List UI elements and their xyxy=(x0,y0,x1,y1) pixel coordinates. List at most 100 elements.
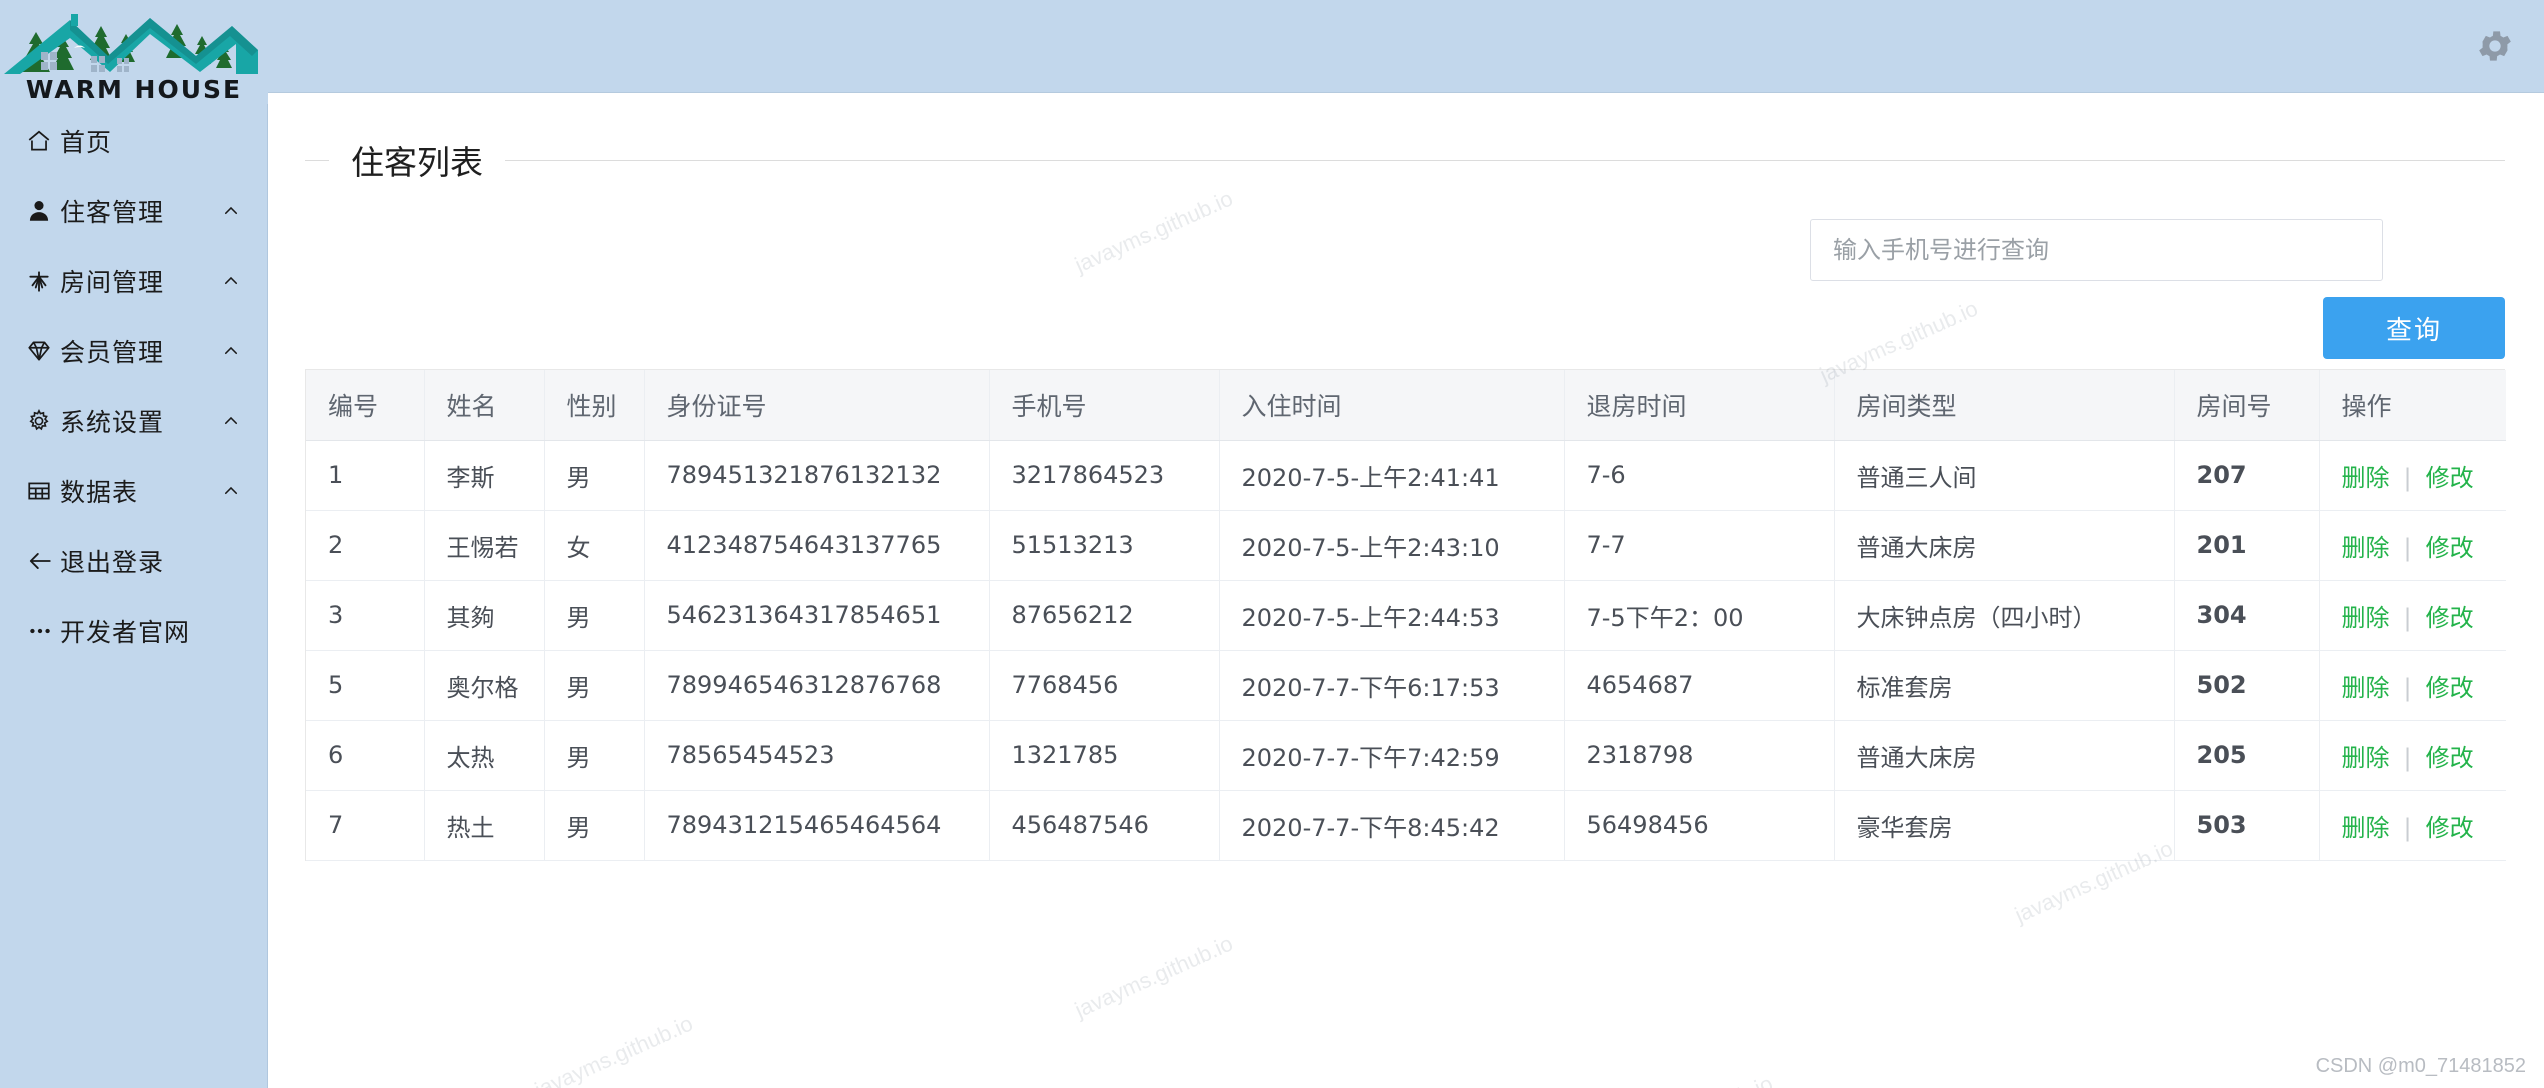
sidebar-item-label: 首页 xyxy=(60,128,113,157)
guest-table-container: 编号 姓名 性别 身份证号 手机号 入住时间 退房时间 房间类型 房间号 操作 xyxy=(305,369,2506,861)
delete-link[interactable]: 删除 xyxy=(2342,464,2390,492)
cell-id-card: 789431215465464564 xyxy=(644,790,990,861)
cell-id-card: 789451321876132132 xyxy=(644,440,990,511)
cell-name: 太热 xyxy=(424,720,545,791)
site-watermark: javayms.github.io xyxy=(1611,1071,1777,1088)
table-body: 1 李斯男 789451321876132132 3217864523 2020-7-5… xyxy=(306,440,2506,861)
cell-actions: 删除 | 修改 xyxy=(2319,790,2506,861)
cell-gender: 男 xyxy=(544,580,645,651)
cell-gender: 男 xyxy=(544,720,645,791)
sidebar-item-member-management[interactable]: 会员管理 xyxy=(0,316,267,386)
delete-link[interactable]: 删除 xyxy=(2342,744,2390,772)
edit-link[interactable]: 修改 xyxy=(2426,534,2474,562)
cell-name: 其夠 xyxy=(424,580,545,651)
col-header-check-out: 退房时间 xyxy=(1564,370,1835,441)
edit-link[interactable]: 修改 xyxy=(2426,604,2474,632)
sidebar-item-room-management[interactable]: 房间管理 xyxy=(0,246,267,316)
col-header-gender: 性别 xyxy=(544,370,645,441)
cell-id-card: 546231364317854651 xyxy=(644,580,990,651)
sidebar-item-home[interactable]: 首页 xyxy=(0,106,267,176)
chevron-up-icon[interactable] xyxy=(222,342,240,360)
brand-logo[interactable]: WARM HOUSE xyxy=(0,0,268,104)
cell-room-no: 207 xyxy=(2174,440,2320,511)
query-button[interactable]: 查询 xyxy=(2323,297,2505,359)
search-input[interactable] xyxy=(1810,219,2383,281)
sidebar-item-data-table[interactable]: 数据表 xyxy=(0,456,267,526)
sidebar-item-system-settings[interactable]: 系统设置 xyxy=(0,386,267,456)
cell-gender: 男 xyxy=(544,790,645,861)
edit-link[interactable]: 修改 xyxy=(2426,464,2474,492)
page-title-text: 住客列表 xyxy=(351,143,483,182)
action-separator: | xyxy=(2403,603,2412,632)
delete-link[interactable]: 删除 xyxy=(2342,534,2390,562)
cell-id: 2 xyxy=(306,510,425,581)
settings-gear-button[interactable] xyxy=(2472,23,2518,69)
cell-phone: 456487546 xyxy=(989,790,1220,861)
cell-room-no: 205 xyxy=(2174,720,2320,791)
delete-link[interactable]: 删除 xyxy=(2342,674,2390,702)
sidebar-item-label: 住客管理 xyxy=(60,198,165,227)
cell-check-out: 7-7 xyxy=(1564,510,1835,581)
edit-link[interactable]: 修改 xyxy=(2426,674,2474,702)
sidebar-item-label: 会员管理 xyxy=(60,338,165,367)
chevron-up-icon[interactable] xyxy=(222,202,240,220)
cell-id: 6 xyxy=(306,720,425,791)
sidebar-menu: 首页 住客管理 房间管理 会员管理 系统设置 数据表 退出登录 开发者官网 xyxy=(0,106,267,666)
chevron-up-icon[interactable] xyxy=(222,272,240,290)
cell-room-type: 普通三人间 xyxy=(1834,440,2175,511)
site-watermark: javayms.github.io xyxy=(1071,930,1237,1023)
edit-link[interactable]: 修改 xyxy=(2426,744,2474,772)
cell-check-in: 2020-7-5-上午2:44:53 xyxy=(1219,580,1565,651)
cell-room-type: 标准套房 xyxy=(1834,650,2175,721)
csdn-credit-watermark: CSDN @m0_71481852 xyxy=(2315,1055,2526,1077)
sidebar-item-label: 房间管理 xyxy=(60,268,165,297)
action-separator: | xyxy=(2403,533,2412,562)
cell-actions: 删除 | 修改 xyxy=(2319,510,2506,581)
table-row: 5 奥尔格男 789946546312876768 7768456 2020-7-7-下… xyxy=(306,650,2506,721)
cell-check-out: 2318798 xyxy=(1564,720,1835,791)
key-icon xyxy=(26,268,60,294)
cell-name: 热土 xyxy=(424,790,545,861)
cell-room-type: 豪华套房 xyxy=(1834,790,2175,861)
top-header-bar xyxy=(268,0,2544,93)
cell-room-no: 201 xyxy=(2174,510,2320,581)
title-rule-right xyxy=(505,159,2505,161)
page-title: 住客列表 xyxy=(305,139,2505,182)
title-rule-left xyxy=(305,159,329,161)
cell-check-out: 7-6 xyxy=(1564,440,1835,511)
action-separator: | xyxy=(2403,463,2412,492)
sidebar-item-developer-site[interactable]: 开发者官网 xyxy=(0,596,267,666)
cell-actions: 删除 | 修改 xyxy=(2319,440,2506,511)
warm-house-logo-icon: WARM HOUSE xyxy=(0,0,268,104)
table-icon xyxy=(26,478,60,504)
col-header-id-card: 身份证号 xyxy=(644,370,990,441)
cell-room-no: 503 xyxy=(2174,790,2320,861)
col-header-check-in: 入住时间 xyxy=(1219,370,1565,441)
cell-name: 王惕若 xyxy=(424,510,545,581)
edit-link[interactable]: 修改 xyxy=(2426,814,2474,842)
guest-list-panel: 住客列表 查询 编号 姓名 xyxy=(305,139,2506,861)
cell-check-out: 56498456 xyxy=(1564,790,1835,861)
sidebar-item-label: 开发者官网 xyxy=(60,618,191,647)
sidebar-item-logout[interactable]: 退出登录 xyxy=(0,526,267,596)
app-root: WARM HOUSE 首页 住客管理 房间管理 会员管理 系统设置 数据表 退出… xyxy=(0,0,2544,1088)
cell-id-card: 789946546312876768 xyxy=(644,650,990,721)
table-row: 2 王惕若女 412348754643137765 51513213 2020-7-5-… xyxy=(306,510,2506,581)
chevron-up-icon[interactable] xyxy=(222,412,240,430)
cell-id-card: 412348754643137765 xyxy=(644,510,990,581)
table-row: 1 李斯男 789451321876132132 3217864523 2020-7-5… xyxy=(306,440,2506,511)
cell-phone: 51513213 xyxy=(989,510,1220,581)
chevron-up-icon[interactable] xyxy=(222,482,240,500)
sidebar-item-label: 退出登录 xyxy=(60,548,165,577)
cell-actions: 删除 | 修改 xyxy=(2319,650,2506,721)
action-separator: | xyxy=(2403,673,2412,702)
cell-id: 7 xyxy=(306,790,425,861)
delete-link[interactable]: 删除 xyxy=(2342,604,2390,632)
action-separator: | xyxy=(2403,743,2412,772)
col-header-room-type: 房间类型 xyxy=(1834,370,2175,441)
sidebar-item-guest-management[interactable]: 住客管理 xyxy=(0,176,267,246)
cell-room-type: 普通大床房 xyxy=(1834,510,2175,581)
delete-link[interactable]: 删除 xyxy=(2342,814,2390,842)
cell-phone: 3217864523 xyxy=(989,440,1220,511)
table-row: 3 其夠男 546231364317854651 87656212 2020-7-5-上… xyxy=(306,580,2506,651)
